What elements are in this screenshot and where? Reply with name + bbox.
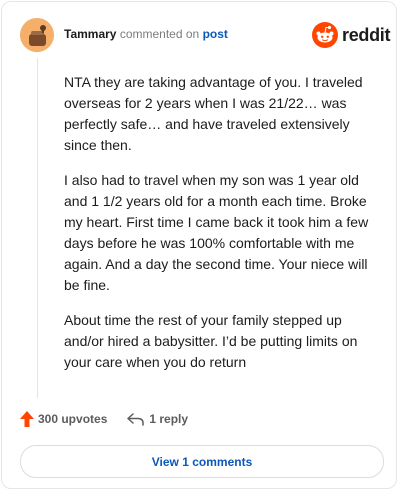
reply-button[interactable]: 1 reply [127, 412, 188, 426]
comment-actions: 300 upvotes 1 reply [20, 411, 188, 427]
reddit-brand[interactable]: reddit [312, 22, 391, 48]
username[interactable]: Tammary [64, 27, 116, 41]
comment-card: Tammary commented on post reddit NTA the… [1, 1, 397, 489]
comment-header: Tammary commented on post [64, 27, 228, 41]
comment-body: NTA they are taking advantage of you. I … [64, 72, 374, 387]
reddit-logo-icon [312, 22, 338, 48]
thread-line [37, 58, 38, 398]
action-text: commented on [119, 27, 200, 41]
upvote-arrow-icon [20, 411, 34, 427]
comment-paragraph: I also had to travel when my son was 1 y… [64, 172, 369, 293]
avatar[interactable] [20, 18, 54, 52]
comment-paragraph: NTA they are taking advantage of you. I … [64, 74, 363, 153]
reply-count: 1 reply [149, 412, 189, 426]
upvote-button[interactable]: 300 upvotes [20, 411, 107, 427]
comment-paragraph: About time the rest of your family stepp… [64, 312, 358, 370]
reply-arrow-icon [127, 413, 145, 426]
post-link[interactable]: post [203, 27, 228, 41]
brand-wordmark: reddit [342, 24, 391, 45]
view-comments-button[interactable]: View 1 comments [20, 445, 384, 478]
upvote-count: 300 upvotes [38, 412, 108, 426]
